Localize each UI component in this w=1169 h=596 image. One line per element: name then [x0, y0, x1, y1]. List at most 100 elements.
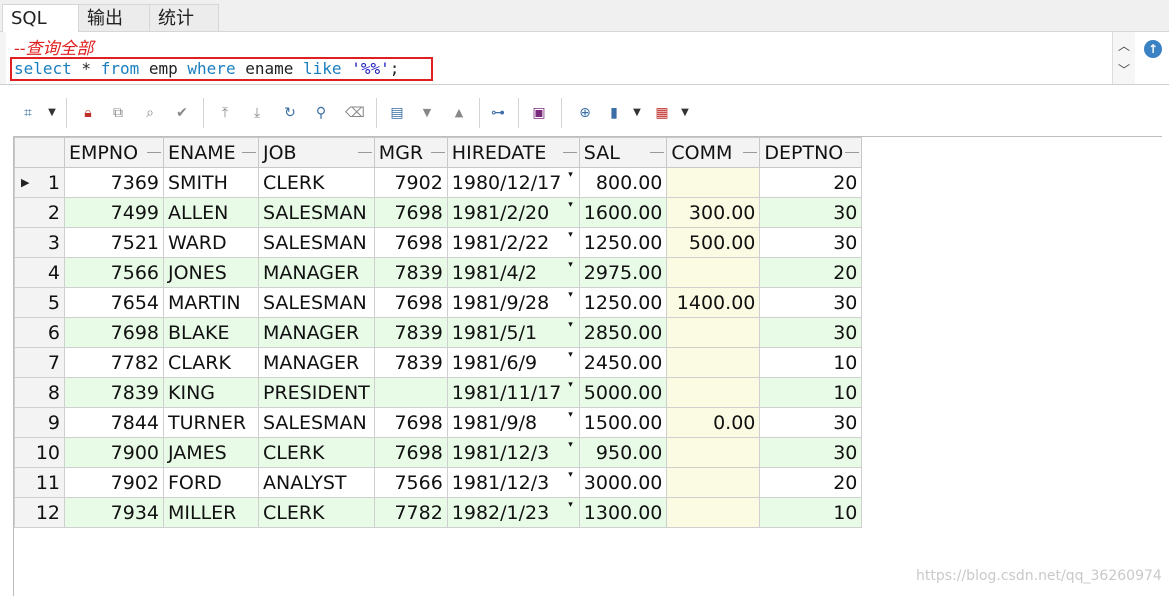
date-picker-icon[interactable]: ▾: [568, 470, 573, 480]
cell-ename[interactable]: KING: [163, 377, 259, 408]
cell-comm[interactable]: [666, 437, 761, 468]
table-icon[interactable]: ▦: [652, 103, 672, 123]
column-menu-icon[interactable]: [562, 152, 577, 153]
cell-ename[interactable]: JONES: [163, 257, 259, 288]
cell-empno[interactable]: 7839: [64, 377, 164, 408]
row-number[interactable]: 9: [14, 407, 65, 438]
cell-job[interactable]: SALESMAN: [258, 287, 375, 318]
chevron-down-icon[interactable]: ▼: [627, 103, 647, 123]
cell-comm[interactable]: [666, 347, 761, 378]
query-icon[interactable]: ⌕: [140, 103, 160, 123]
cell-hiredate[interactable]: 1982/1/23 ▾: [446, 497, 580, 528]
cell-hiredate[interactable]: 1981/4/2 ▾: [446, 257, 580, 288]
date-picker-icon[interactable]: ▾: [568, 230, 573, 240]
row-number[interactable]: 12: [14, 497, 65, 528]
column-header-deptno[interactable]: DEPTNO: [759, 137, 863, 168]
settings-icon[interactable]: ⌗: [18, 103, 38, 123]
cell-comm[interactable]: 0.00: [666, 407, 761, 438]
cell-sal[interactable]: 1250.00: [578, 227, 668, 258]
cell-job[interactable]: SALESMAN: [258, 227, 375, 258]
cell-comm[interactable]: 500.00: [666, 227, 761, 258]
next-icon[interactable]: ▼: [417, 103, 437, 123]
column-header-comm[interactable]: COMM: [666, 137, 761, 168]
cell-hiredate[interactable]: 1981/6/9 ▾: [446, 347, 580, 378]
sql-editor[interactable]: --查询全部 select * from emp where ename lik…: [0, 32, 1169, 85]
cell-sal[interactable]: 1600.00: [578, 197, 668, 228]
cell-hiredate[interactable]: 1981/12/3 ▾: [446, 437, 580, 468]
last-icon[interactable]: ⤓: [247, 103, 267, 123]
date-picker-icon[interactable]: ▾: [568, 410, 573, 420]
column-header-hiredate[interactable]: HIREDATE: [446, 137, 580, 168]
cell-mgr[interactable]: 7902: [373, 167, 448, 198]
table-row[interactable]: 8 7839 KING PRESIDENT 1981/11/17 ▾ 5000.00 10: [14, 377, 863, 408]
column-header-mgr[interactable]: MGR: [373, 137, 448, 168]
cell-empno[interactable]: 7654: [64, 287, 164, 318]
cell-empno[interactable]: 7934: [64, 497, 164, 528]
export-icon[interactable]: ⊕: [575, 103, 595, 123]
row-number[interactable]: 4: [14, 257, 65, 288]
cell-sal[interactable]: 5000.00: [578, 377, 668, 408]
cell-mgr[interactable]: 7698: [373, 287, 448, 318]
date-picker-icon[interactable]: ▾: [568, 260, 573, 270]
cell-hiredate[interactable]: 1981/2/20 ▾: [446, 197, 580, 228]
cell-sal[interactable]: 1250.00: [578, 287, 668, 318]
cell-job[interactable]: SALESMAN: [258, 407, 375, 438]
help-icon[interactable]: ↑: [1144, 40, 1162, 58]
table-row[interactable]: 3 7521 WARD SALESMAN 7698 1981/2/22 ▾ 1250.00 50…: [14, 227, 863, 258]
cell-sal[interactable]: 3000.00: [578, 467, 668, 498]
cell-mgr[interactable]: 7566: [373, 467, 448, 498]
cell-empno[interactable]: 7499: [64, 197, 164, 228]
cell-empno[interactable]: 7369: [64, 167, 164, 198]
table-row[interactable]: 7 7782 CLARK MANAGER 7839 1981/6/9 ▾ 2450.00 10: [14, 347, 863, 378]
cell-ename[interactable]: JAMES: [163, 437, 259, 468]
cell-ename[interactable]: BLAKE: [163, 317, 259, 348]
row-number[interactable]: 2: [14, 197, 65, 228]
save-icon[interactable]: ▣: [529, 103, 549, 123]
scroll-up-icon[interactable]: ︿: [1116, 38, 1132, 54]
cell-deptno[interactable]: 30: [759, 407, 863, 438]
column-header-sal[interactable]: SAL: [578, 137, 668, 168]
tab-sql[interactable]: SQL: [2, 4, 79, 32]
cell-deptno[interactable]: 20: [759, 467, 863, 498]
result-grid[interactable]: EMPNO ENAME JOB MGR HIREDATE SAL COMM DE…: [13, 136, 1162, 596]
column-menu-icon[interactable]: [147, 152, 161, 153]
refresh-icon[interactable]: ↻: [280, 103, 300, 123]
cell-sal[interactable]: 2850.00: [578, 317, 668, 348]
cell-empno[interactable]: 7521: [64, 227, 164, 258]
column-header-ename[interactable]: ENAME: [163, 137, 259, 168]
cell-ename[interactable]: TURNER: [163, 407, 259, 438]
cell-comm[interactable]: [666, 257, 761, 288]
cell-comm[interactable]: 1400.00: [666, 287, 761, 318]
chevron-down-icon[interactable]: ▼: [675, 103, 695, 123]
cell-job[interactable]: SALESMAN: [258, 197, 375, 228]
date-picker-icon[interactable]: ▾: [568, 170, 573, 180]
cell-deptno[interactable]: 20: [759, 257, 863, 288]
date-picker-icon[interactable]: ▾: [568, 350, 573, 360]
date-picker-icon[interactable]: ▾: [568, 320, 573, 330]
column-menu-icon[interactable]: [357, 152, 372, 153]
chart-icon[interactable]: ▮: [604, 103, 624, 123]
cell-mgr[interactable]: 7698: [373, 197, 448, 228]
cell-job[interactable]: CLERK: [258, 167, 375, 198]
first-icon[interactable]: ⤒: [215, 103, 235, 123]
cell-ename[interactable]: WARD: [163, 227, 259, 258]
cell-empno[interactable]: 7844: [64, 407, 164, 438]
table-row[interactable]: ▶ 1 7369 SMITH CLERK 7902 1980/12/17 ▾ 800.00 20: [14, 167, 863, 198]
tab-statistics[interactable]: 统计表: [149, 4, 219, 56]
cell-sal[interactable]: 800.00: [578, 167, 668, 198]
sql-statement[interactable]: select * from emp where ename like '%%';: [10, 57, 433, 81]
cell-comm[interactable]: [666, 167, 761, 198]
cell-mgr[interactable]: 7839: [373, 257, 448, 288]
cell-empno[interactable]: 7566: [64, 257, 164, 288]
cell-comm[interactable]: [666, 377, 761, 408]
cell-mgr[interactable]: 7839: [373, 317, 448, 348]
cell-hiredate[interactable]: 1981/11/17 ▾: [446, 377, 580, 408]
cell-hiredate[interactable]: 1981/9/8 ▾: [446, 407, 580, 438]
cell-job[interactable]: MANAGER: [258, 257, 375, 288]
table-row[interactable]: 9 7844 TURNER SALESMAN 7698 1981/9/8 ▾ 1500.00 0…: [14, 407, 863, 438]
cell-deptno[interactable]: 30: [759, 287, 863, 318]
row-number[interactable]: 11: [14, 467, 65, 498]
cell-sal[interactable]: 2450.00: [578, 347, 668, 378]
date-picker-icon[interactable]: ▾: [568, 500, 573, 510]
table-row[interactable]: 2 7499 ALLEN SALESMAN 7698 1981/2/20 ▾ 1600.00 3…: [14, 197, 863, 228]
